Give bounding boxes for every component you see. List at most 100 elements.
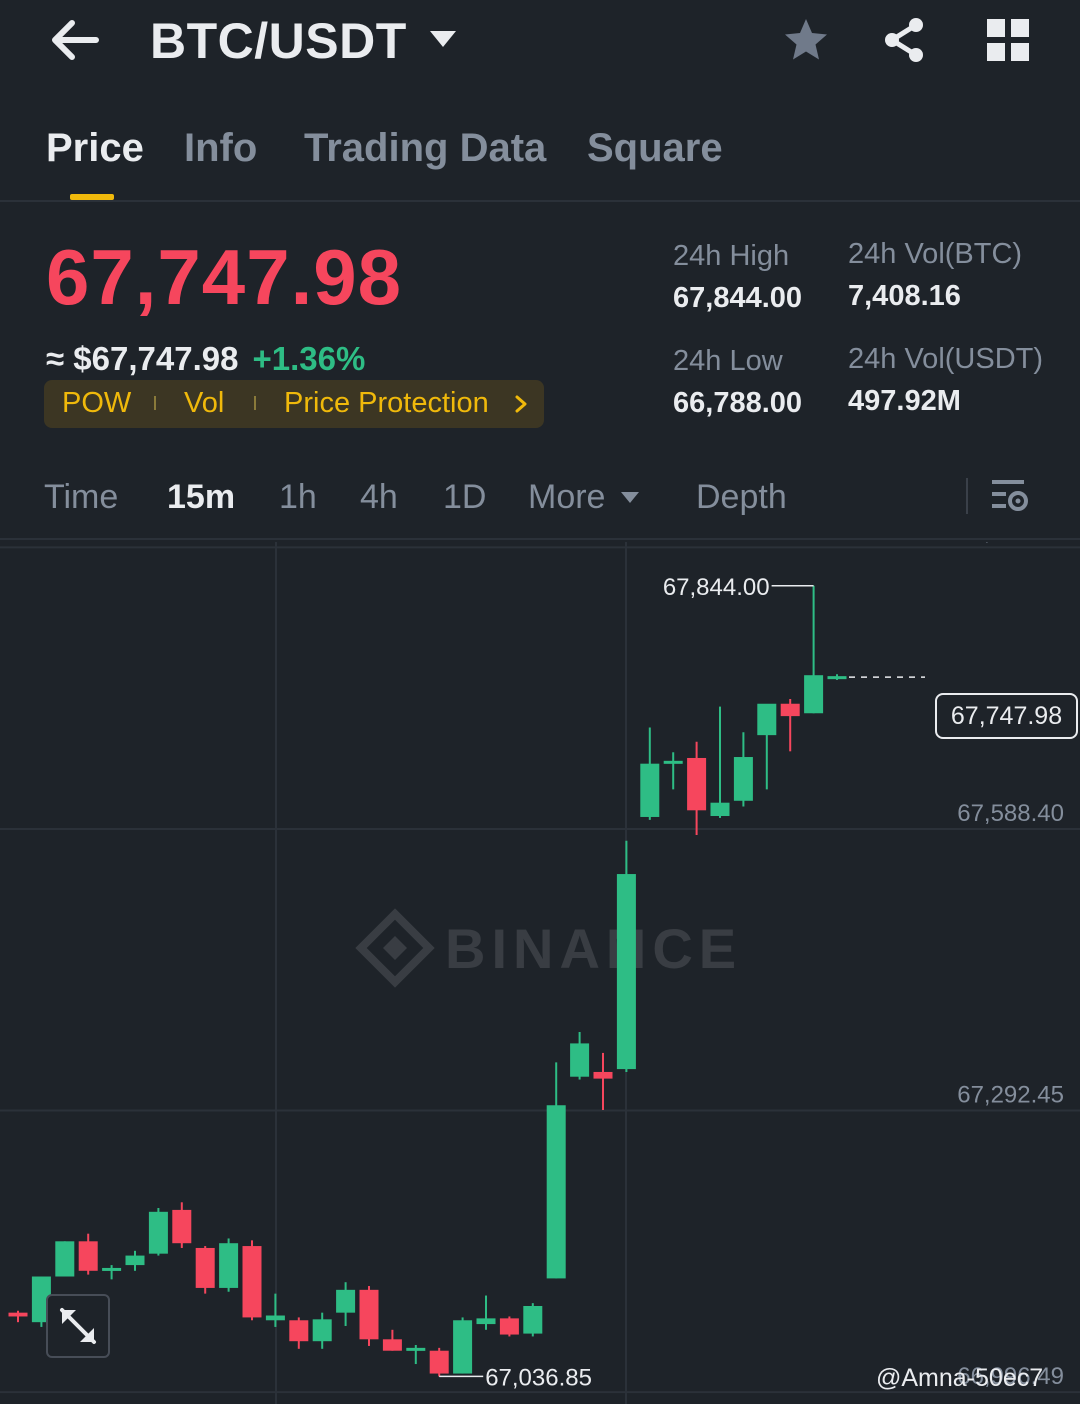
candle-body	[219, 1243, 239, 1288]
candle-body	[476, 1318, 496, 1325]
candle	[499, 1316, 519, 1337]
tag-vol: Vol	[184, 387, 225, 419]
binance-watermark: BINANCE	[355, 908, 736, 988]
candle	[570, 1031, 590, 1080]
candle	[476, 1295, 496, 1330]
tab-trading-data[interactable]: Trading Data	[304, 126, 546, 171]
tab-price[interactable]: Price	[46, 126, 144, 171]
candle-body	[804, 675, 824, 714]
back-arrow-icon[interactable]	[48, 16, 100, 64]
y-tick-label: 67,588.40	[957, 800, 1064, 827]
candle	[406, 1345, 426, 1365]
caret-down-icon[interactable]	[620, 490, 640, 504]
stat-vol-btc-label: 24h Vol(BTC)	[848, 238, 1023, 270]
candle-body	[499, 1318, 519, 1335]
candle-body	[453, 1320, 473, 1374]
candle	[616, 840, 636, 1072]
last-price: 67,747.98	[46, 233, 403, 321]
candle	[453, 1317, 473, 1374]
candle-body	[78, 1241, 98, 1271]
user-watermark: @Amna-50ec7	[876, 1364, 1044, 1392]
interval-time[interactable]: Time	[44, 478, 118, 517]
chart-settings-icon[interactable]	[990, 474, 1030, 518]
candle	[125, 1250, 145, 1271]
candle-body	[242, 1246, 262, 1318]
interval-4h[interactable]: 4h	[360, 478, 398, 517]
candle	[804, 585, 824, 714]
candle-body	[827, 676, 847, 680]
candle	[8, 1310, 28, 1323]
high-marker-label: 67,844.00	[663, 574, 770, 601]
star-icon[interactable]	[782, 16, 830, 64]
candle-body	[289, 1320, 309, 1342]
share-icon[interactable]	[880, 16, 928, 64]
pair-title[interactable]: BTC/USDT	[150, 12, 407, 70]
interval-1h[interactable]: 1h	[279, 478, 317, 517]
expand-icon	[60, 1308, 96, 1344]
interval-more[interactable]: More	[528, 478, 605, 517]
candle-body	[312, 1319, 332, 1342]
candle-body	[523, 1306, 543, 1334]
interval-1d[interactable]: 1D	[443, 478, 486, 517]
candle	[78, 1233, 98, 1275]
price-change-percent: +1.36%	[252, 340, 366, 377]
candle	[710, 706, 730, 818]
candle-body	[148, 1211, 168, 1254]
candle	[757, 703, 777, 790]
candle-body	[733, 757, 753, 801]
tab-info[interactable]: Info	[184, 126, 257, 171]
main-tabs: Price Info Trading Data Square	[0, 110, 1080, 202]
candle-body	[406, 1347, 426, 1351]
candle-body	[640, 763, 660, 817]
candle-body	[102, 1267, 122, 1271]
candle	[593, 1052, 613, 1111]
tab-square[interactable]: Square	[587, 126, 723, 171]
candle-body	[687, 757, 707, 811]
candle-body	[55, 1241, 75, 1277]
candle-body	[125, 1255, 145, 1266]
last-price-badge: 67,747.98	[935, 693, 1078, 739]
interval-depth[interactable]: Depth	[696, 478, 787, 517]
candle	[827, 674, 847, 680]
candle-body	[757, 703, 777, 736]
candle	[219, 1238, 239, 1292]
stat-low-value: 66,788.00	[673, 387, 803, 419]
expand-chart-button[interactable]	[46, 1294, 110, 1358]
tag-bar[interactable]: POW Vol Price Protection	[44, 380, 544, 428]
candle	[359, 1286, 379, 1346]
candle	[382, 1329, 402, 1351]
candle-body	[336, 1289, 356, 1313]
candle-body	[570, 1043, 590, 1077]
stat-vol-btc-value: 7,408.16	[848, 280, 961, 312]
fiat-price: ≈ $67,747.98	[46, 340, 239, 377]
candle-body	[382, 1339, 402, 1351]
candle-body	[546, 1105, 566, 1279]
candle	[733, 732, 753, 807]
candle-body	[265, 1315, 285, 1321]
low-marker-label: 67,036.85	[485, 1364, 592, 1391]
candle	[265, 1293, 285, 1327]
candle-body	[780, 703, 800, 717]
candle	[336, 1282, 356, 1326]
grid-icon[interactable]	[984, 16, 1032, 64]
candle	[289, 1317, 309, 1349]
y-tick-label: 67,292.45	[957, 1082, 1064, 1109]
candle	[312, 1312, 332, 1349]
candle	[102, 1265, 122, 1280]
interval-15m[interactable]: 15m	[167, 478, 235, 517]
candle	[663, 752, 683, 790]
candle-body	[663, 760, 683, 764]
candle	[523, 1303, 543, 1337]
candle-body	[710, 802, 730, 817]
candle	[640, 727, 660, 820]
stat-high-value: 67,844.00	[673, 282, 803, 314]
candlestick-chart[interactable]: BINANCE 67,844.00 67,036.85 67,884.36 67,5…	[0, 542, 1080, 1404]
chevron-right-icon	[515, 395, 527, 413]
stat-vol-usdt-label: 24h Vol(USDT)	[848, 343, 1044, 375]
candle	[780, 698, 800, 752]
candle	[195, 1246, 215, 1294]
tag-price-protection: Price Protection	[284, 387, 489, 419]
candle	[55, 1241, 75, 1277]
candle-body	[8, 1312, 28, 1317]
caret-down-icon[interactable]	[428, 28, 458, 50]
